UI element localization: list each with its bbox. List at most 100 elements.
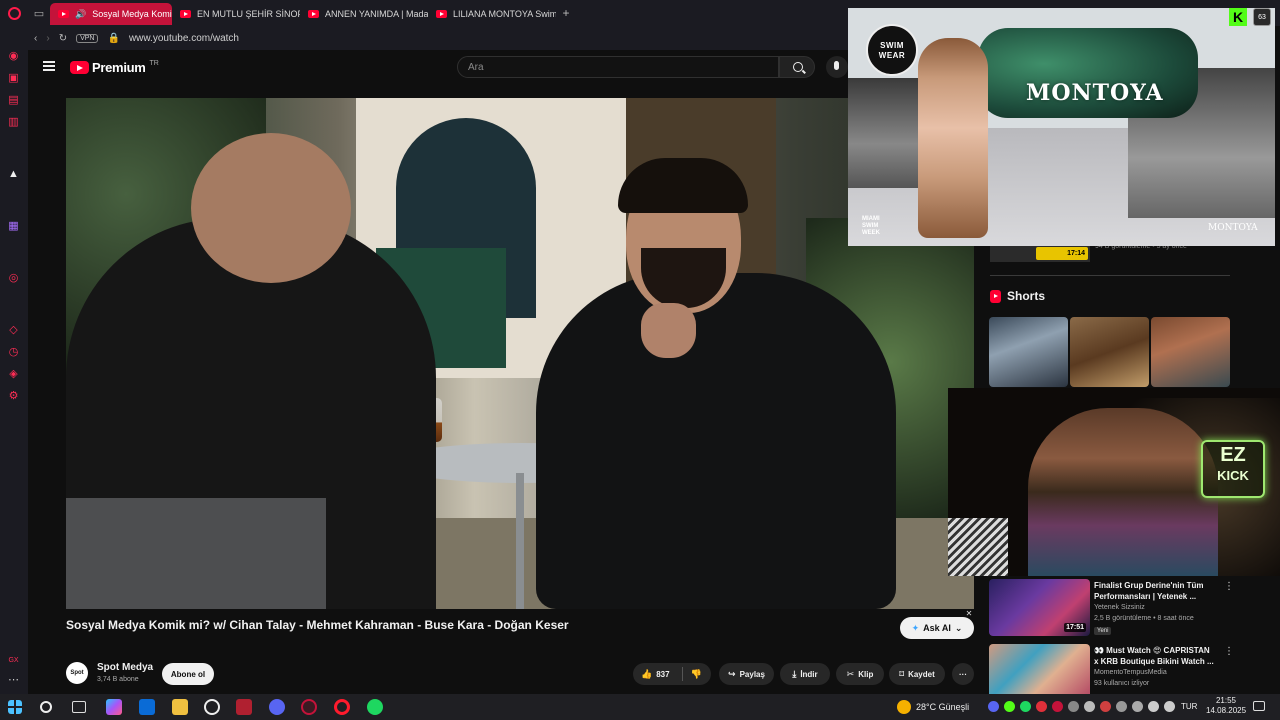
recommendation-title[interactable]: Finalist Grup Derine'nin Tüm Performansl… xyxy=(1094,580,1214,602)
app-icon[interactable] xyxy=(236,699,252,715)
tab-label: EN MUTLU ŞEHİR SİNOP xyxy=(197,9,300,19)
tab-en-mutlu-sehir[interactable]: EN MUTLU ŞEHİR SİNOP xyxy=(172,3,300,25)
clip-label: Klip xyxy=(858,669,874,679)
extensions-icon[interactable]: ◈ xyxy=(7,368,20,381)
url-field[interactable]: www.youtube.com/watch xyxy=(129,33,239,44)
tray-app-icon[interactable] xyxy=(1036,701,1047,712)
aria-icon[interactable]: ◉ xyxy=(7,50,20,63)
recommendation-channel[interactable]: MomentoTempusMedia xyxy=(1094,669,1167,676)
subscribe-button[interactable]: Abone ol xyxy=(162,663,214,685)
thumbs-up-icon[interactable]: 👍 xyxy=(641,669,652,680)
swimwear-logo: SWIM WEAR xyxy=(866,24,918,76)
input-language[interactable]: TUR xyxy=(1181,702,1197,711)
recommendation-thumbnail[interactable]: 17:51 xyxy=(989,579,1090,636)
wallet-icon[interactable]: ▣ xyxy=(7,72,20,85)
more-vert-icon[interactable]: ⋮ xyxy=(1224,646,1234,657)
copilot-icon[interactable] xyxy=(106,699,122,715)
spotify-icon[interactable] xyxy=(367,699,383,715)
file-explorer-icon[interactable] xyxy=(172,699,188,715)
shorts-heading: Shorts xyxy=(990,289,1045,303)
reload-icon[interactable]: ↻ xyxy=(59,33,67,44)
task-view-icon[interactable] xyxy=(72,701,86,713)
tab-liliana-montoya[interactable]: LILIANA MONTOYA Swim xyxy=(428,3,556,25)
tab-sosyal-medya[interactable]: 🔊 Sosyal Medya Komik xyxy=(50,3,172,25)
tab-manager-icon[interactable]: ▭ xyxy=(28,0,50,26)
sparkle-icon: ✦ xyxy=(911,622,920,633)
time: 21:55 xyxy=(1215,696,1237,705)
tray-app-icon[interactable] xyxy=(1068,701,1079,712)
windows-start-icon[interactable] xyxy=(8,700,22,714)
share-button[interactable]: ↪ Paylaş xyxy=(719,663,774,685)
recommendation-item[interactable]: 17:51 Finalist Grup Derine'nin Tüm Perfo… xyxy=(989,579,1234,637)
channel-avatar[interactable]: Spot xyxy=(66,662,88,684)
tray-opera-icon[interactable] xyxy=(1052,701,1063,712)
search-input[interactable] xyxy=(458,57,778,78)
video-duration: 17:14 xyxy=(1036,247,1088,260)
opera-icon[interactable] xyxy=(334,699,350,715)
recommendation-title[interactable]: 👀 Must Watch 😍 CAPRISTAN x KRB Boutique … xyxy=(1094,645,1214,667)
bookmarks-icon[interactable]: ◇ xyxy=(7,324,20,337)
opera-gx-icon[interactable] xyxy=(301,699,317,715)
download-button[interactable]: ⤓ İndir xyxy=(780,663,830,685)
speaker-icon[interactable]: 🔊 xyxy=(75,9,86,20)
tray-app-icon[interactable] xyxy=(1004,701,1015,712)
youtube-premium-logo[interactable]: Premium TR xyxy=(70,60,159,75)
voice-search-button[interactable] xyxy=(826,56,848,78)
more-actions-button[interactable]: ··· xyxy=(952,663,974,685)
youtube-favicon-icon xyxy=(436,10,447,18)
short-thumbnail[interactable] xyxy=(1070,317,1149,387)
clock[interactable]: 21:55 14.08.2025 xyxy=(1206,696,1246,716)
youtube-favicon-icon xyxy=(58,10,69,18)
discord-icon[interactable] xyxy=(269,699,285,715)
tab-annen-yanimda[interactable]: ANNEN YANIMDA | Mada xyxy=(300,3,428,25)
aria-ai-icon[interactable]: ▲ xyxy=(7,168,20,181)
tray-volume-icon[interactable] xyxy=(1164,701,1175,712)
messenger-icon[interactable]: ▥ xyxy=(7,116,20,129)
video-player[interactable] xyxy=(66,98,974,609)
share-label: Paylaş xyxy=(739,669,765,679)
search-button[interactable] xyxy=(779,56,815,78)
tray-spotify-icon[interactable] xyxy=(1020,701,1031,712)
short-thumbnail[interactable] xyxy=(1151,317,1230,387)
more-vert-icon[interactable]: ⋮ xyxy=(1224,581,1234,592)
clip-button[interactable]: ✂ Klip xyxy=(836,663,884,685)
save-label: Kaydet xyxy=(908,669,935,679)
streamer-webcam: EZ KICK xyxy=(948,388,1280,576)
short-thumbnail[interactable] xyxy=(989,317,1068,387)
ring-light xyxy=(948,518,1008,576)
thumbs-down-icon[interactable]: 👎 xyxy=(691,669,702,680)
menu-icon[interactable] xyxy=(43,61,55,71)
tray-network-icon[interactable] xyxy=(1148,701,1159,712)
new-tab-button[interactable]: + xyxy=(556,6,576,20)
more-icon[interactable]: ⋯ xyxy=(7,674,20,687)
save-button[interactable]: ⌑ Kaydet xyxy=(889,663,945,685)
tray-microphone-icon[interactable] xyxy=(1116,701,1127,712)
forward-icon[interactable]: › xyxy=(46,33,49,44)
back-icon[interactable]: ‹ xyxy=(34,33,37,44)
outlook-icon[interactable] xyxy=(139,699,155,715)
settings-icon[interactable]: ⚙ xyxy=(7,390,20,403)
lock-icon[interactable]: 🔒 xyxy=(107,33,119,44)
channel-name[interactable]: Spot Medya xyxy=(97,662,153,673)
tray-app-icon[interactable] xyxy=(1132,701,1143,712)
tray-app-icon[interactable] xyxy=(1084,701,1095,712)
tray-discord-icon[interactable] xyxy=(988,701,999,712)
history-icon[interactable]: ◷ xyxy=(7,346,20,359)
tray-app-icon[interactable] xyxy=(1100,701,1111,712)
player-icon[interactable]: ◎ xyxy=(7,272,20,285)
like-count[interactable]: 837 xyxy=(656,670,669,679)
ask-ai-button[interactable]: ✦ Ask AI ⌄ xyxy=(900,617,974,639)
vpn-badge[interactable]: VPN xyxy=(76,33,99,43)
opera-logo-icon[interactable] xyxy=(0,0,28,26)
news-icon[interactable]: ▤ xyxy=(7,94,20,107)
gx-icon[interactable]: GX xyxy=(7,654,20,667)
recommendation-thumbnail[interactable] xyxy=(989,644,1090,701)
search-icon[interactable] xyxy=(40,701,52,713)
recommendation-channel[interactable]: Yetenek Sizsiniz xyxy=(1094,604,1145,611)
tab-label: LILIANA MONTOYA Swim xyxy=(453,9,556,19)
obs-icon[interactable] xyxy=(204,699,220,715)
youtube-favicon-icon xyxy=(180,10,191,18)
weather-text[interactable]: 28°C Güneşli xyxy=(916,702,969,712)
twitch-icon[interactable]: ▦ xyxy=(7,220,20,233)
notification-icon[interactable] xyxy=(1253,701,1265,711)
